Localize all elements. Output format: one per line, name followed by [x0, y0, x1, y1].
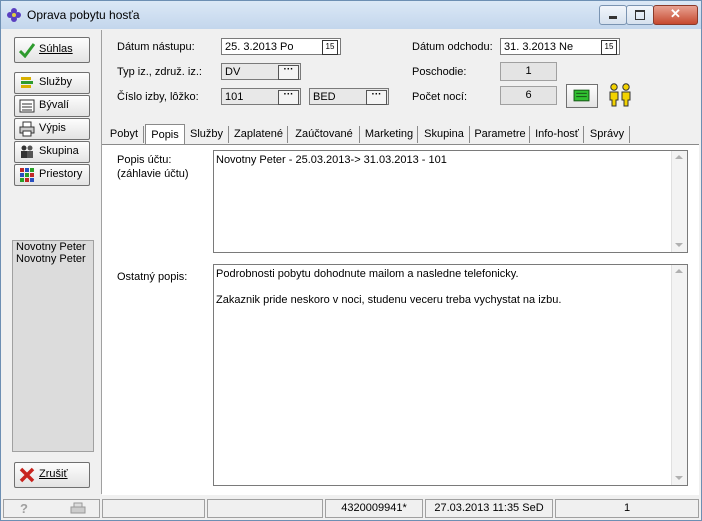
room-number-field[interactable]: 101 ··· — [221, 88, 301, 105]
tab-pobyt[interactable]: Pobyt — [105, 126, 144, 143]
grid-icon — [20, 168, 34, 182]
main-window: Oprava pobytu hosťa ✕ Súhlas Služby Býva… — [0, 0, 702, 521]
departure-date-field[interactable]: 31. 3.2013 Ne 15 — [500, 38, 620, 55]
account-description-textarea[interactable]: Novotny Peter - 25.03.2013-> 31.03.2013 … — [213, 150, 688, 253]
minimize-icon — [609, 16, 617, 19]
services-button[interactable]: Služby — [14, 72, 90, 94]
room-type-label: Typ iz., združ. iz.: — [117, 66, 202, 78]
other-description-textarea[interactable]: Podrobnosti pobytu dohodnute mailom a na… — [213, 264, 688, 486]
services-stack-icon — [21, 77, 33, 88]
calendar-icon[interactable]: 15 — [601, 40, 617, 55]
nights-label: Počet nocí: — [412, 91, 468, 103]
app-flower-icon — [7, 8, 21, 22]
tab-popis[interactable]: Popis — [145, 124, 185, 145]
group-people-icon — [21, 145, 33, 158]
departure-label: Dátum odchodu: — [412, 41, 493, 53]
tab-spravy[interactable]: Správy — [585, 126, 630, 143]
calendar-icon[interactable]: 15 — [322, 40, 338, 55]
red-x-icon — [19, 467, 35, 483]
guest-list-item[interactable]: Novotny Peter — [13, 241, 93, 253]
tab-zaplatene[interactable]: Zaplatené — [230, 126, 288, 143]
scroll-up-icon[interactable] — [675, 155, 683, 159]
status-cell-empty-1 — [102, 499, 205, 518]
scroll-down-icon[interactable] — [675, 476, 683, 480]
status-tools-cell: ? — [3, 499, 100, 518]
tab-parametre[interactable]: Parametre — [471, 126, 530, 143]
spaces-button[interactable]: Priestory — [14, 164, 90, 186]
lookup-dots-icon[interactable]: ··· — [366, 90, 387, 105]
lookup-dots-icon[interactable]: ··· — [278, 65, 299, 80]
close-button[interactable]: ✕ — [653, 5, 698, 25]
printer-icon[interactable] — [70, 502, 86, 516]
agree-button[interactable]: Súhlas — [14, 37, 90, 63]
group-button[interactable]: Skupina — [14, 141, 90, 163]
guest-list[interactable]: Novotny Peter Novotny Peter — [12, 240, 94, 452]
tab-info-host[interactable]: Info-hosť — [531, 126, 584, 143]
checkmark-icon — [19, 43, 35, 58]
list-icon — [19, 99, 35, 113]
tab-zauctovane[interactable]: Zaúčtované — [289, 126, 360, 143]
scroll-down-icon[interactable] — [675, 243, 683, 247]
vertical-scrollbar[interactable] — [671, 265, 687, 485]
tab-skupina[interactable]: Skupina — [419, 126, 470, 143]
arrival-label: Dátum nástupu: — [117, 41, 195, 53]
status-cell-empty-2 — [207, 499, 323, 518]
green-note-icon — [573, 89, 590, 102]
floor-value: 1 — [500, 62, 557, 81]
tab-strip: Pobyt Popis Služby Zaplatené Zaúčtované … — [102, 124, 701, 145]
two-persons-icon — [609, 83, 631, 107]
left-panel: Súhlas Služby Bývalí Výpis Skupina Pries… — [3, 30, 102, 494]
popis-tab-panel: Popis účtu: (záhlavie účtu) Novotny Pete… — [102, 144, 699, 495]
cancel-button[interactable]: Zrušiť — [14, 462, 90, 488]
floor-label: Poschodie: — [412, 66, 467, 78]
vertical-scrollbar[interactable] — [671, 151, 687, 252]
tab-marketing[interactable]: Marketing — [361, 126, 418, 143]
maximize-button[interactable] — [626, 5, 654, 25]
room-type-field[interactable]: DV ··· — [221, 63, 301, 80]
room-bed-label: Číslo izby, lôžko: — [117, 91, 199, 103]
account-description-label: Popis účtu: — [117, 154, 172, 166]
former-guests-button[interactable]: Bývalí — [14, 95, 90, 117]
print-button[interactable]: Výpis — [14, 118, 90, 140]
other-description-label: Ostatný popis: — [117, 271, 188, 283]
stay-header-form: Dátum nástupu: 25. 3.2013 Po 15 Dátum od… — [102, 30, 701, 123]
nights-value: 6 — [500, 86, 557, 105]
printer-icon — [19, 121, 35, 137]
status-datetime: 27.03.2013 11:35 SeD — [425, 499, 553, 518]
window-title: Oprava pobytu hosťa — [27, 8, 140, 22]
status-page: 1 — [555, 499, 699, 518]
help-icon[interactable]: ? — [20, 500, 28, 517]
status-bar: ? 4320009941* 27.03.2013 11:35 SeD 1 — [1, 498, 701, 520]
title-bar: Oprava pobytu hosťa ✕ — [1, 1, 701, 29]
maximize-icon — [635, 10, 645, 20]
minimize-button[interactable] — [599, 5, 627, 25]
bed-field[interactable]: BED ··· — [309, 88, 389, 105]
scroll-up-icon[interactable] — [675, 269, 683, 273]
arrival-date-field[interactable]: 25. 3.2013 Po 15 — [221, 38, 341, 55]
tab-sluzby[interactable]: Služby — [185, 126, 229, 143]
lookup-dots-icon[interactable]: ··· — [278, 90, 299, 105]
close-icon: ✕ — [670, 6, 681, 21]
status-code: 4320009941* — [325, 499, 423, 518]
note-button[interactable] — [566, 84, 598, 108]
account-header-sublabel: (záhlavie účtu) — [117, 168, 189, 180]
guest-list-item[interactable]: Novotny Peter — [13, 253, 93, 265]
